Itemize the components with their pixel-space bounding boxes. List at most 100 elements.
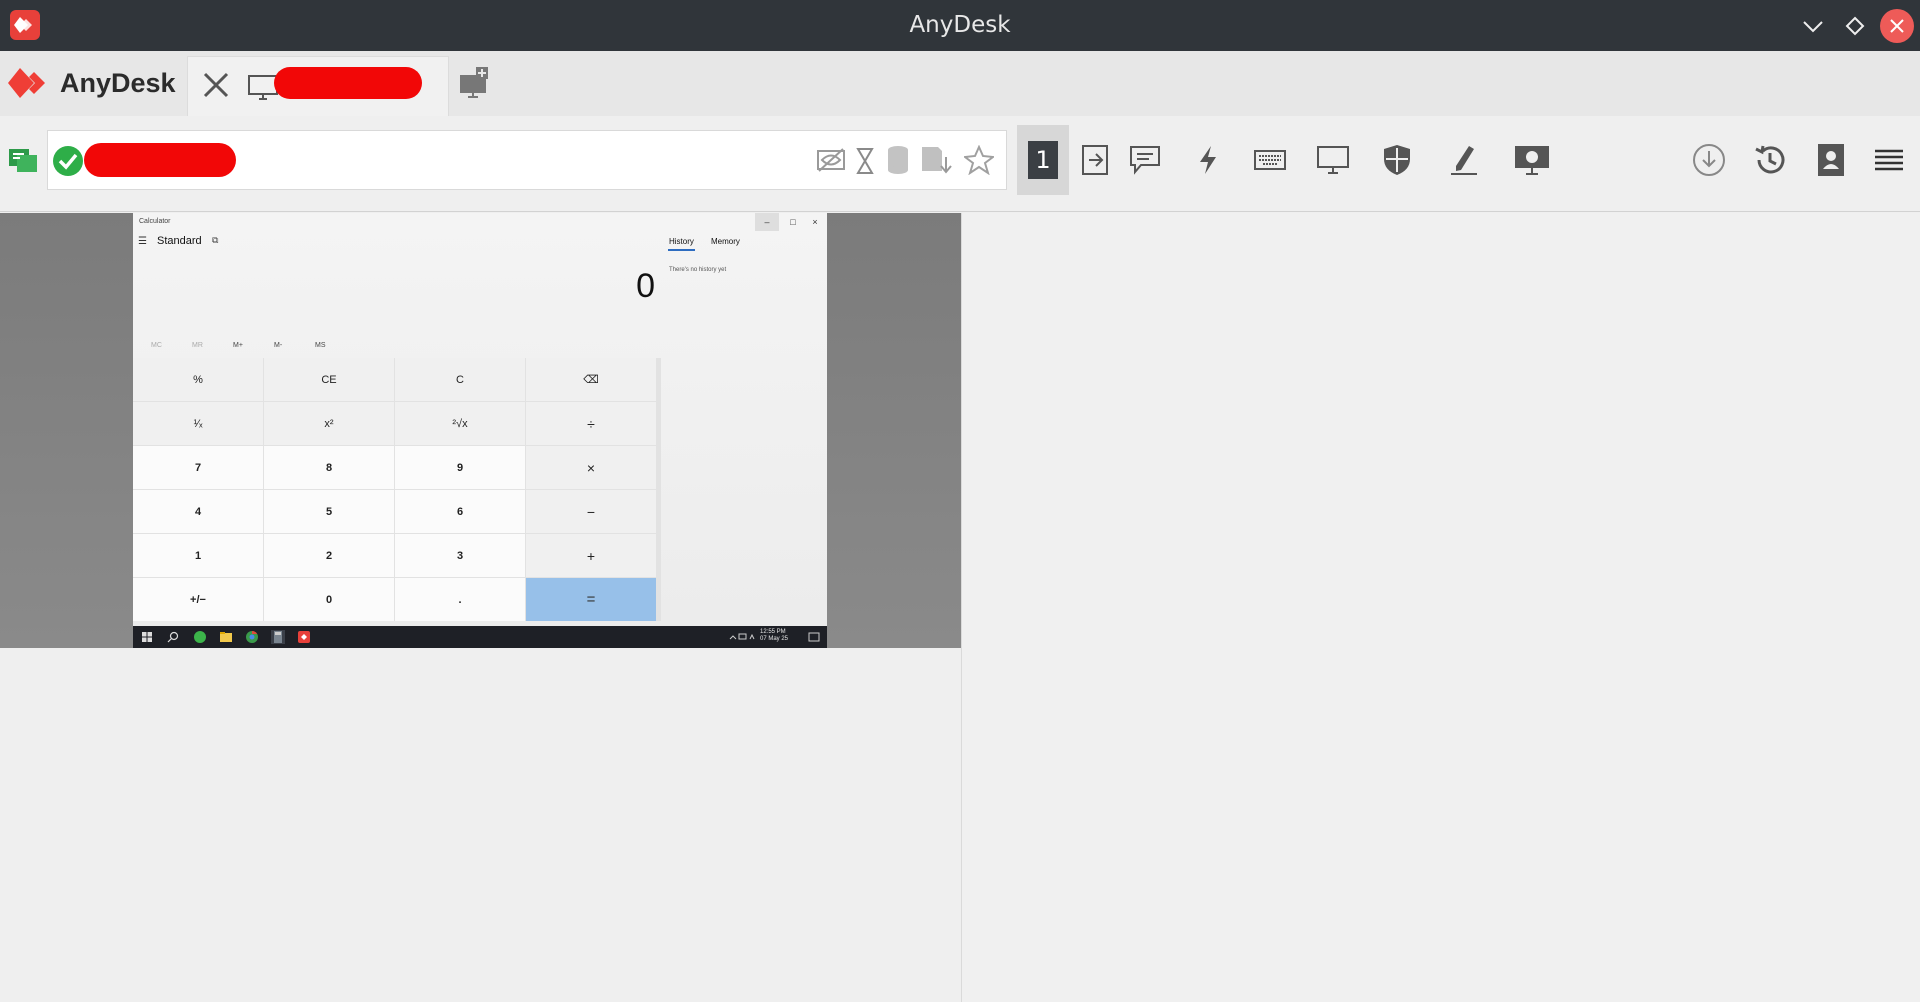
connection-status-icon bbox=[9, 149, 37, 172]
keep-on-top-icon[interactable]: ⧉ bbox=[212, 235, 218, 246]
switch-sides-button[interactable] bbox=[1074, 138, 1118, 182]
history-tab-underline bbox=[668, 249, 695, 251]
display-button[interactable] bbox=[1311, 138, 1355, 182]
favorite-button[interactable] bbox=[962, 144, 996, 180]
key-clear[interactable]: C bbox=[395, 358, 525, 401]
menu-icon bbox=[1875, 149, 1903, 171]
minimize-button[interactable] bbox=[1796, 9, 1830, 43]
search-icon[interactable] bbox=[167, 630, 181, 644]
address-book-icon bbox=[1818, 144, 1844, 176]
brand: AnyDesk bbox=[8, 63, 176, 103]
session-tab[interactable] bbox=[187, 56, 449, 116]
key-9[interactable]: 9 bbox=[395, 446, 525, 489]
key-7[interactable]: 7 bbox=[133, 446, 263, 489]
hamburger-icon[interactable]: ☰ bbox=[138, 236, 147, 247]
file-explorer-icon[interactable] bbox=[219, 630, 233, 644]
chevron-down-icon bbox=[1803, 21, 1823, 33]
key-0[interactable]: 0 bbox=[264, 578, 394, 621]
memory-button-mminus[interactable]: M- bbox=[274, 342, 282, 349]
maximize-button[interactable] bbox=[1838, 9, 1872, 43]
calc-display: 0 bbox=[636, 267, 655, 305]
display-icon bbox=[1317, 146, 1349, 174]
close-icon bbox=[1890, 19, 1904, 33]
close-window-button[interactable] bbox=[1880, 9, 1914, 43]
chat-button[interactable] bbox=[1123, 138, 1167, 182]
hourglass-icon bbox=[856, 148, 874, 174]
calc-maximize-button[interactable]: □ bbox=[781, 213, 805, 231]
close-tab-button[interactable] bbox=[202, 71, 230, 104]
key-1[interactable]: 1 bbox=[133, 534, 263, 577]
tab-history[interactable]: History bbox=[669, 237, 694, 246]
key-clear-entry[interactable]: CE bbox=[264, 358, 394, 401]
key-square[interactable]: x² bbox=[264, 402, 394, 445]
remote-desktop-view[interactable]: Calculator – □ × ☰ Standard ⧉ 0 MC MR M+… bbox=[0, 213, 961, 648]
calc-mode: Standard bbox=[157, 235, 202, 247]
privacy-hidden-button[interactable] bbox=[816, 147, 846, 180]
windows-start-icon[interactable] bbox=[141, 630, 155, 644]
actions-button[interactable] bbox=[1186, 138, 1230, 182]
hourglass-button[interactable] bbox=[856, 147, 874, 180]
download-button[interactable] bbox=[1687, 138, 1731, 182]
memory-button-mr[interactable]: MR bbox=[192, 342, 203, 349]
calc-close-button[interactable]: × bbox=[803, 213, 827, 231]
memory-button-mc[interactable]: MC bbox=[151, 342, 162, 349]
taskbar-clock: 12:55 PM 07 May 25 bbox=[760, 629, 788, 643]
key-multiply[interactable]: × bbox=[526, 446, 656, 489]
main-menu-button[interactable] bbox=[1867, 138, 1911, 182]
keyboard-icon bbox=[1254, 150, 1286, 170]
file-transfer-button[interactable] bbox=[920, 145, 952, 180]
history-empty-text: There's no history yet bbox=[669, 267, 727, 273]
actions-icon bbox=[1200, 146, 1216, 174]
history-button[interactable] bbox=[1748, 138, 1792, 182]
brand-name: AnyDesk bbox=[60, 67, 176, 98]
key-divide[interactable]: ÷ bbox=[526, 402, 656, 445]
calculator-taskbar-icon[interactable] bbox=[271, 630, 285, 644]
memory-button-mplus[interactable]: M+ bbox=[233, 342, 243, 349]
key-5[interactable]: 5 bbox=[264, 490, 394, 533]
system-tray-icons[interactable] bbox=[729, 630, 755, 644]
redacted-session-name bbox=[274, 67, 422, 99]
key-subtract[interactable]: − bbox=[526, 490, 656, 533]
display-number: 1 bbox=[1028, 141, 1058, 179]
taskbar-date: 07 May 25 bbox=[760, 636, 789, 642]
key-backspace[interactable]: ⌫ bbox=[526, 358, 656, 401]
key-2[interactable]: 2 bbox=[264, 534, 394, 577]
key-negate[interactable]: +/− bbox=[133, 578, 263, 621]
notification-icon[interactable] bbox=[808, 630, 822, 644]
recording-button[interactable] bbox=[1510, 138, 1554, 182]
calc-keypad: % CE C ⌫ ¹⁄ₓ x² ²√x ÷ 7 8 9 × 4 5 6 − 1 … bbox=[133, 358, 661, 621]
memory-button-ms[interactable]: MS bbox=[315, 342, 326, 349]
window-titlebar: AnyDesk bbox=[0, 0, 1920, 51]
keyboard-button[interactable] bbox=[1248, 138, 1292, 182]
key-6[interactable]: 6 bbox=[395, 490, 525, 533]
remote-taskbar: 12:55 PM 07 May 25 bbox=[133, 626, 827, 648]
key-4[interactable]: 4 bbox=[133, 490, 263, 533]
display-1-button[interactable]: 1 bbox=[1017, 125, 1069, 195]
tab-memory[interactable]: Memory bbox=[711, 237, 740, 246]
calc-minimize-button[interactable]: – bbox=[755, 213, 779, 231]
empty-workspace-lower bbox=[0, 648, 961, 1002]
key-equals[interactable]: = bbox=[526, 578, 656, 621]
permissions-button[interactable] bbox=[1375, 138, 1419, 182]
key-3[interactable]: 3 bbox=[395, 534, 525, 577]
key-reciprocal[interactable]: ¹⁄ₓ bbox=[133, 402, 263, 445]
database-button[interactable] bbox=[886, 145, 910, 180]
address-bar[interactable] bbox=[47, 130, 1007, 190]
key-square-root[interactable]: ²√x bbox=[395, 402, 525, 445]
privacy-hidden-icon bbox=[817, 148, 845, 172]
verified-check-icon bbox=[52, 145, 84, 182]
key-add[interactable]: + bbox=[526, 534, 656, 577]
key-8[interactable]: 8 bbox=[264, 446, 394, 489]
favorite-star-icon bbox=[962, 144, 996, 176]
anydesk-taskbar-icon[interactable] bbox=[297, 630, 311, 644]
whiteboard-button[interactable] bbox=[1442, 138, 1486, 182]
address-book-button[interactable] bbox=[1809, 138, 1853, 182]
taskbar-app-green-icon[interactable] bbox=[193, 630, 207, 644]
new-session-button[interactable] bbox=[458, 67, 492, 104]
key-decimal[interactable]: . bbox=[395, 578, 525, 621]
key-percent[interactable]: % bbox=[133, 358, 263, 401]
recording-icon bbox=[1515, 146, 1549, 175]
connection-status-button[interactable] bbox=[8, 146, 38, 179]
chrome-icon[interactable] bbox=[245, 630, 259, 644]
remote-calculator-window[interactable]: Calculator – □ × ☰ Standard ⧉ 0 MC MR M+… bbox=[133, 213, 827, 626]
